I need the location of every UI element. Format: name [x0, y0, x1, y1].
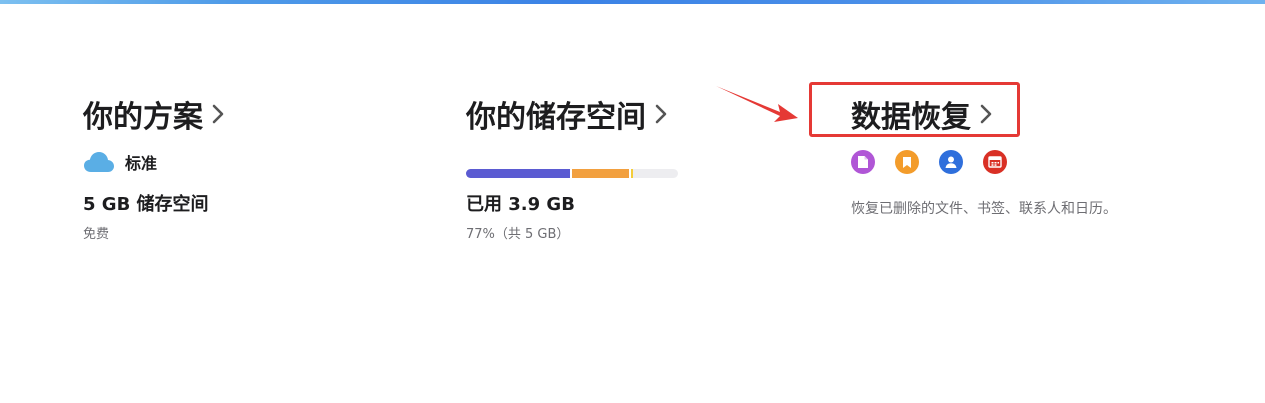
plan-storage: 5 GB 储存空间 — [83, 194, 209, 215]
red-arrow-icon — [716, 86, 798, 122]
chevron-right-icon — [211, 103, 225, 125]
bookmark-icon — [895, 150, 919, 174]
storage-segment-2 — [569, 169, 630, 178]
storage-segment-3 — [629, 169, 634, 178]
file-icon — [851, 150, 875, 174]
storage-usage-bar — [466, 169, 678, 178]
storage-segment-1 — [466, 169, 570, 178]
storage-used: 已用 3.9 GB — [466, 194, 575, 215]
plan-title-link[interactable]: 你的方案 — [83, 92, 225, 136]
plan-title: 你的方案 — [83, 100, 203, 135]
storage-title: 你的储存空间 — [466, 100, 646, 135]
top-progress-bar — [0, 0, 1265, 4]
plan-row: 标准 — [83, 150, 157, 174]
recovery-description: 恢复已删除的文件、书签、联系人和日历。 — [851, 201, 1117, 217]
chevron-right-icon — [654, 103, 668, 125]
plan-name: 标准 — [125, 154, 158, 173]
contacts-icon — [939, 150, 963, 174]
storage-title-link[interactable]: 你的储存空间 — [466, 92, 668, 136]
recovery-icons — [851, 150, 1027, 174]
storage-detail: 77%（共 5 GB） — [466, 227, 570, 242]
plan-price: 免费 — [83, 227, 110, 242]
calendar-icon — [983, 150, 1007, 174]
cloud-icon — [83, 151, 115, 173]
highlight-box — [809, 82, 1020, 137]
